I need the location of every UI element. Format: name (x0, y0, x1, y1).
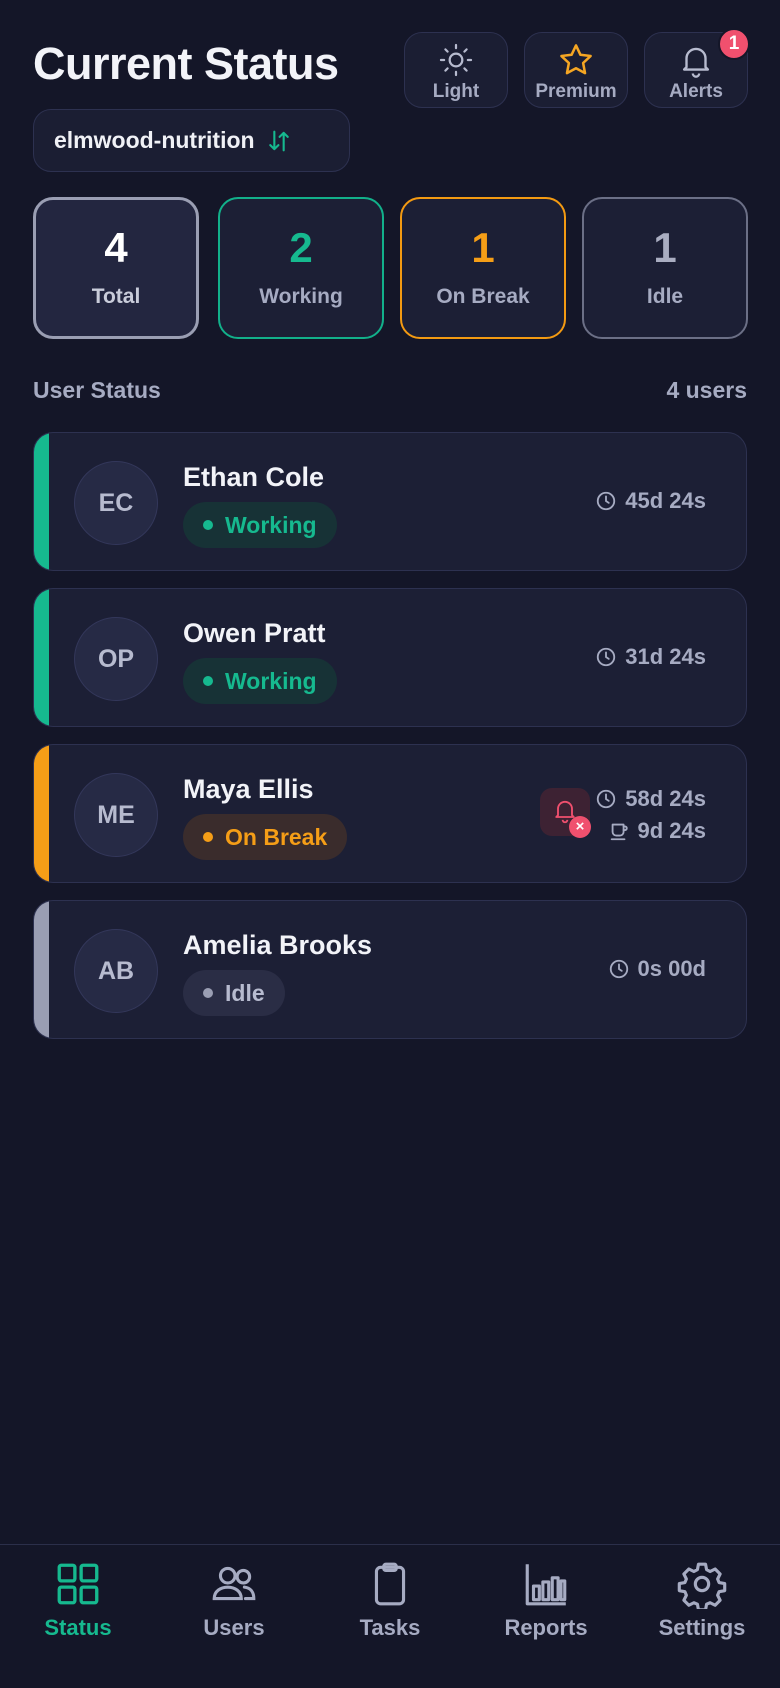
status-indicator-bar (34, 433, 49, 570)
page-title: Current Status (33, 38, 339, 89)
status-label: Working (225, 511, 317, 538)
stat-card-on-break[interactable]: 1 On Break (400, 197, 566, 339)
user-card[interactable]: ME Maya Ellis On Break × 58d 24s 9d 24s (33, 744, 747, 883)
alert-muted-button[interactable]: × (540, 788, 591, 838)
duration: 0s 00d (608, 956, 707, 982)
section-title: User Status (33, 377, 161, 403)
status-dot (203, 832, 213, 842)
users-icon (212, 1566, 256, 1601)
clock-icon (597, 789, 616, 809)
status-indicator-bar (34, 745, 49, 882)
user-count: 4 users (666, 377, 747, 403)
theme-toggle-button[interactable]: Light (404, 32, 508, 108)
avatar: EC (74, 461, 158, 545)
premium-button[interactable]: Premium (524, 32, 628, 108)
status-badge: Working (183, 502, 337, 548)
stat-label: Working (259, 285, 343, 308)
nav-label: Reports (504, 1615, 588, 1640)
premium-label: Premium (535, 81, 617, 102)
nav-item-settings[interactable]: Settings (624, 1559, 780, 1641)
user-card[interactable]: OP Owen Pratt Working 31d 24s (33, 588, 747, 727)
status-label: Idle (225, 979, 265, 1006)
status-dot (203, 676, 213, 686)
status-dot (203, 988, 213, 998)
user-card[interactable]: EC Ethan Cole Working 45d 24s (33, 432, 747, 571)
avatar: OP (74, 617, 158, 701)
theme-toggle-label: Light (432, 81, 480, 102)
duration: 58d 24s (595, 786, 706, 812)
bottom-navigation: Status Users Tasks Reports Settings (0, 1544, 780, 1688)
alerts-label: Alerts (669, 81, 723, 102)
status-indicator-bar (34, 901, 49, 1038)
stat-value: 1 (653, 224, 677, 271)
stat-label: Idle (646, 285, 684, 308)
user-name: Amelia Brooks (183, 930, 373, 960)
stat-value: 1 (471, 224, 495, 271)
clock-icon (609, 959, 628, 979)
avatar: ME (74, 773, 158, 857)
clock-icon (597, 647, 616, 667)
status-screen: Current Status Light Premium Alerts 1 el… (0, 0, 780, 1688)
user-card[interactable]: AB Amelia Brooks Idle 0s 00d (33, 900, 747, 1039)
user-name: Maya Ellis (183, 774, 314, 804)
status-label: Working (225, 667, 317, 694)
user-name: Ethan Cole (183, 462, 325, 492)
break-duration-value: 9d 24s (637, 818, 707, 843)
stat-label: Total (91, 285, 141, 308)
stat-card-working[interactable]: 2 Working (218, 197, 384, 339)
nav-label: Tasks (359, 1615, 421, 1640)
status-badge: Working (183, 658, 337, 704)
stat-card-idle[interactable]: 1 Idle (582, 197, 748, 339)
nav-label: Status (44, 1615, 112, 1640)
coffee-icon (610, 823, 628, 841)
duration-value: 58d 24s (625, 786, 706, 811)
status-badge: On Break (183, 814, 348, 860)
status-label: On Break (225, 823, 328, 850)
sun-icon (439, 43, 473, 77)
duration: 31d 24s (595, 644, 706, 670)
clipboard-icon (374, 1562, 406, 1606)
status-dot (203, 520, 213, 530)
duration-value: 31d 24s (625, 644, 706, 669)
user-name: Owen Pratt (183, 618, 326, 648)
stat-label: On Break (436, 285, 530, 308)
nav-label: Settings (658, 1615, 746, 1640)
avatar: AB (74, 929, 158, 1013)
nav-item-status[interactable]: Status (0, 1559, 156, 1641)
alerts-button[interactable]: Alerts 1 (644, 28, 750, 108)
status-indicator-bar (34, 589, 49, 726)
break-duration: 9d 24s (608, 818, 707, 844)
status-badge: Idle (183, 970, 285, 1016)
nav-label: Users (203, 1615, 265, 1640)
nav-item-tasks[interactable]: Tasks (312, 1559, 468, 1641)
stat-value: 4 (104, 224, 128, 271)
duration-value: 45d 24s (625, 488, 706, 513)
close-icon: × (569, 816, 591, 838)
duration-value: 0s 00d (637, 956, 707, 981)
star-icon (560, 44, 592, 75)
stat-card-total[interactable]: 4 Total (33, 197, 199, 339)
swap-vertical-icon (268, 130, 289, 151)
nav-item-reports[interactable]: Reports (468, 1559, 624, 1641)
duration: 45d 24s (595, 488, 706, 514)
nav-item-users[interactable]: Users (156, 1559, 312, 1641)
bell-icon (682, 47, 710, 78)
organization-name: elmwood-nutrition (54, 127, 255, 153)
alerts-count-badge: 1 (718, 28, 750, 60)
bar-chart-icon (525, 1564, 567, 1606)
clock-icon (597, 491, 616, 511)
grid-icon (57, 1563, 99, 1605)
gear-icon (677, 1562, 727, 1609)
organization-selector[interactable]: elmwood-nutrition (33, 109, 350, 172)
stat-value: 2 (289, 224, 313, 271)
